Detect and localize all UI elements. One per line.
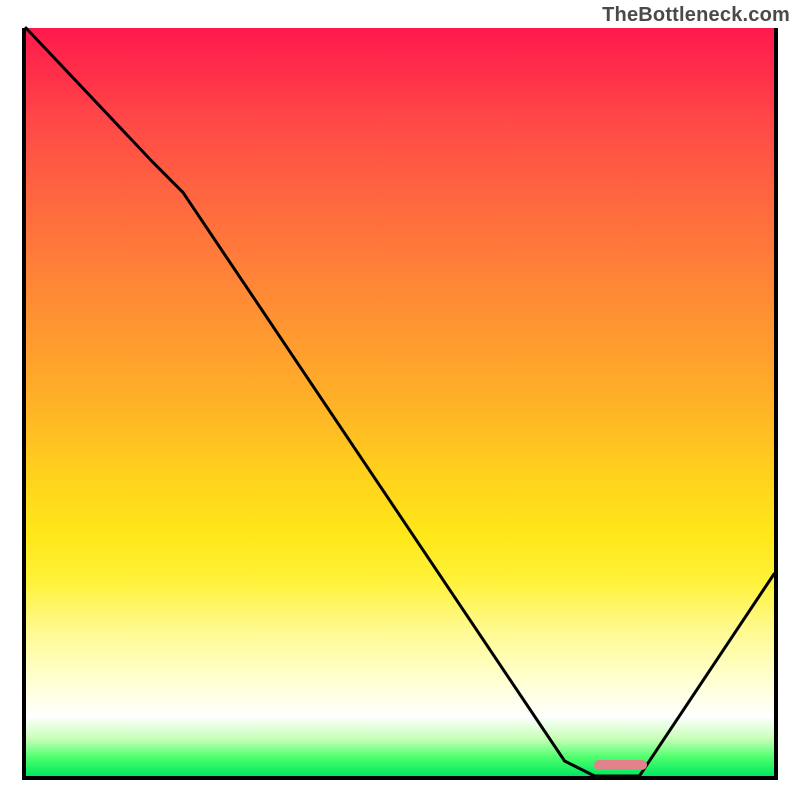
bottleneck-line: [26, 28, 774, 776]
optimal-range-marker: [594, 760, 646, 770]
chart-area: [22, 28, 778, 780]
attribution-label: TheBottleneck.com: [602, 4, 790, 27]
bottleneck-curve: [26, 28, 774, 776]
